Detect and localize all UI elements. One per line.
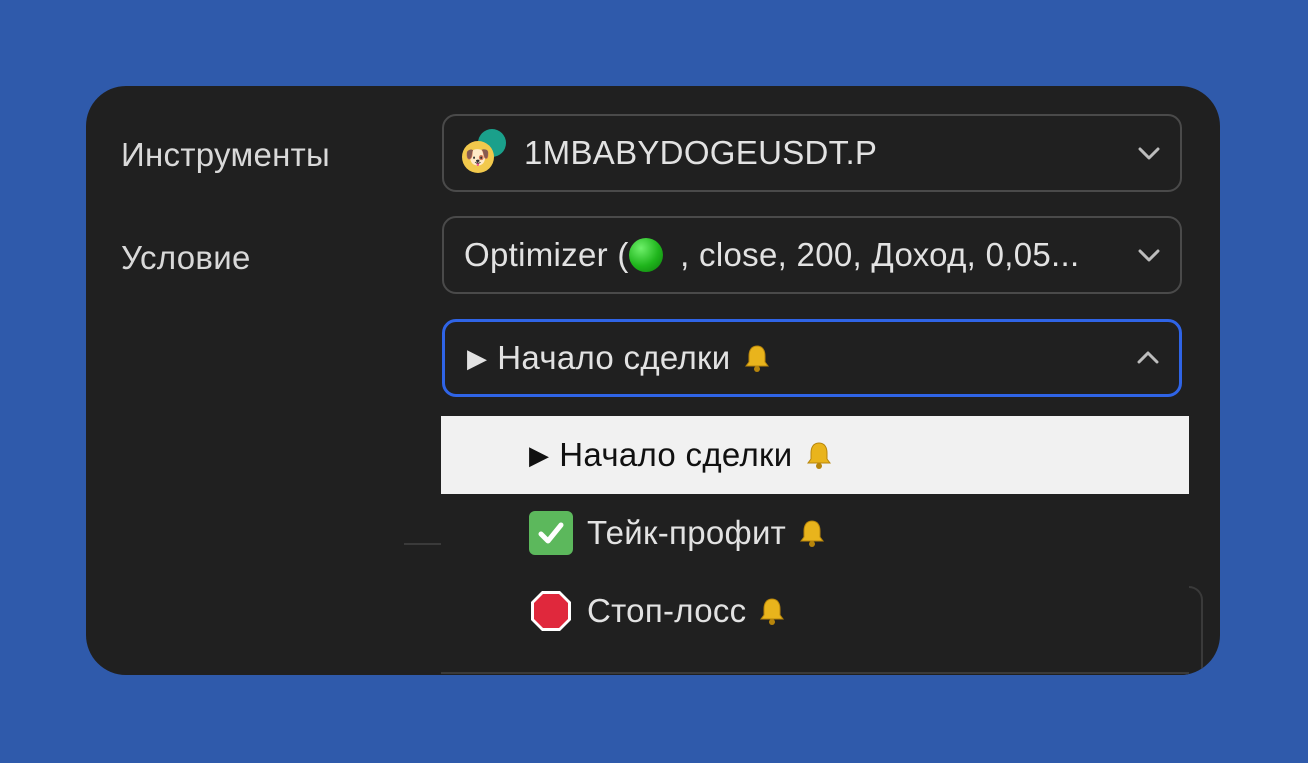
play-icon: ▶: [467, 342, 488, 373]
dropdown-item-label: Стоп-лосс: [587, 592, 747, 629]
stop-sign-icon: [531, 591, 571, 631]
chevron-down-icon: [1138, 249, 1160, 262]
chevron-up-icon: [1137, 351, 1159, 364]
condition-prefix: Optimizer (: [464, 236, 629, 273]
bell-icon: [806, 442, 831, 469]
condition-label: Условие: [121, 239, 251, 276]
condition-suffix: , close, 200, Доход, 0,05...: [670, 236, 1080, 273]
dropdown-divider: [441, 672, 1189, 674]
condition-value: Optimizer ( , close, 200, Доход, 0,05...: [464, 236, 1079, 274]
background-field-edge: [1189, 586, 1203, 675]
chevron-down-icon: [1138, 147, 1160, 160]
dropdown-item-take-profit[interactable]: Тейк-профит: [441, 494, 1189, 572]
background-divider: [404, 543, 444, 545]
check-mark-icon: [529, 511, 573, 555]
green-circle-icon: [628, 238, 663, 272]
condition-select[interactable]: Optimizer ( , close, 200, Доход, 0,05...: [442, 216, 1182, 294]
dropdown-item-stop-loss[interactable]: Стоп-лосс: [441, 572, 1189, 650]
dropdown-item-label: Начало сделки: [559, 436, 793, 473]
bell-icon: [760, 598, 785, 625]
trigger-value: Начало сделки: [497, 339, 731, 376]
bell-icon: [800, 520, 825, 547]
instrument-value: 1MBABYDOGEUSDT.P: [524, 134, 878, 171]
dropdown-item-label: Тейк-профит: [587, 514, 787, 551]
coin-icon: 🐶: [462, 129, 510, 177]
trigger-dropdown-list: ▶ Начало сделки Тейк-профит Стоп-лосс: [441, 416, 1189, 675]
dropdown-item-trade-start[interactable]: ▶ Начало сделки: [441, 416, 1189, 494]
play-icon: ▶: [529, 439, 550, 470]
alert-settings-panel: Инструменты 🐶 1MBABYDOGEUSDT.P Условие O…: [86, 86, 1220, 675]
trigger-select[interactable]: ▶ Начало сделки: [442, 319, 1182, 397]
instrument-select[interactable]: 🐶 1MBABYDOGEUSDT.P: [442, 114, 1182, 192]
bell-icon: [744, 345, 769, 372]
instrument-label: Инструменты: [121, 136, 331, 173]
